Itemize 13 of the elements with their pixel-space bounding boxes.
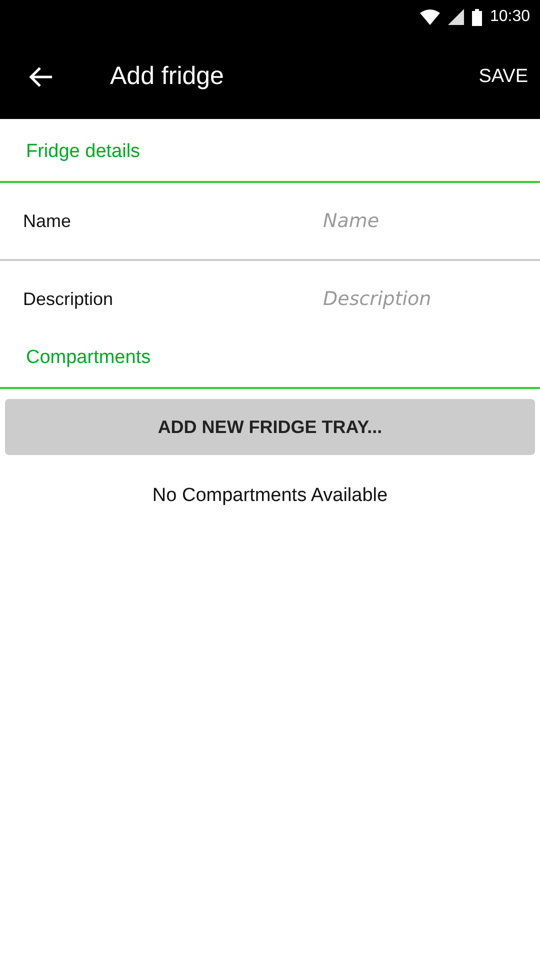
clock-time: 10:30 <box>490 8 530 26</box>
screen-title: Add fridge <box>110 62 225 91</box>
section-header: Fridge details <box>0 119 540 183</box>
wifi-icon <box>420 9 440 25</box>
back-arrow-icon[interactable] <box>28 66 54 88</box>
section-header: Compartments <box>0 337 540 389</box>
empty-message: No Compartments Available <box>151 485 389 507</box>
field-label: Name <box>23 210 72 232</box>
save-button[interactable]: SAVE <box>478 62 528 92</box>
add-tray-button[interactable]: ADD NEW FRIDGE TRAY... <box>5 399 535 455</box>
signal-icon <box>448 9 464 25</box>
field-label: Description <box>23 288 114 310</box>
battery-icon <box>472 8 482 26</box>
